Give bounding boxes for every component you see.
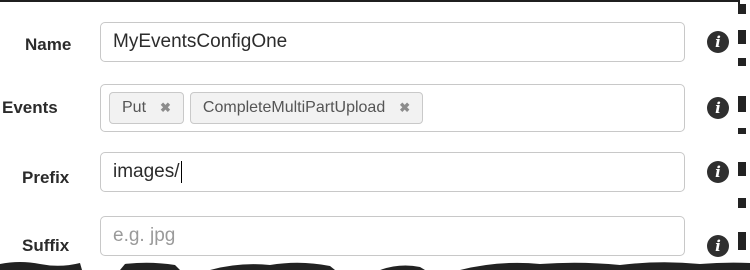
suffix-row: Suffix e.g. jpg i	[0, 216, 750, 257]
suffix-input[interactable]: e.g. jpg	[100, 216, 685, 256]
prefix-value: images/	[113, 161, 180, 182]
torn-edge-right	[738, 0, 750, 270]
event-tag-label: Put	[122, 99, 147, 116]
name-row: Name MyEventsConfigOne i	[0, 22, 750, 62]
prefix-input[interactable]: images/	[100, 152, 685, 192]
events-tag-input[interactable]: Put ✖ CompleteMultiPartUpload ✖	[100, 84, 685, 132]
name-input[interactable]: MyEventsConfigOne	[100, 22, 685, 62]
remove-x-icon[interactable]: ✖	[160, 100, 171, 116]
info-icon[interactable]: i	[707, 31, 729, 53]
info-icon[interactable]: i	[707, 235, 729, 257]
prefix-row: Prefix images/ i	[0, 152, 750, 192]
suffix-placeholder: e.g. jpg	[113, 225, 176, 246]
info-icon[interactable]: i	[707, 161, 729, 183]
info-icon[interactable]: i	[707, 97, 729, 119]
event-tag: CompleteMultiPartUpload ✖	[189, 92, 424, 124]
window-frame-top	[0, 0, 740, 6]
torn-edge-bottom	[0, 262, 750, 270]
suffix-label: Suffix	[22, 236, 70, 255]
events-label: Events	[2, 98, 58, 117]
text-caret	[180, 161, 182, 183]
event-tag: Put ✖	[109, 92, 184, 124]
remove-x-icon[interactable]: ✖	[399, 100, 410, 116]
prefix-label: Prefix	[22, 168, 70, 187]
event-tag-label: CompleteMultiPartUpload	[202, 99, 386, 116]
events-row: Events Put ✖ CompleteMultiPartUpload ✖ i	[0, 84, 750, 132]
name-label: Name	[25, 35, 72, 54]
name-value: MyEventsConfigOne	[113, 31, 288, 52]
